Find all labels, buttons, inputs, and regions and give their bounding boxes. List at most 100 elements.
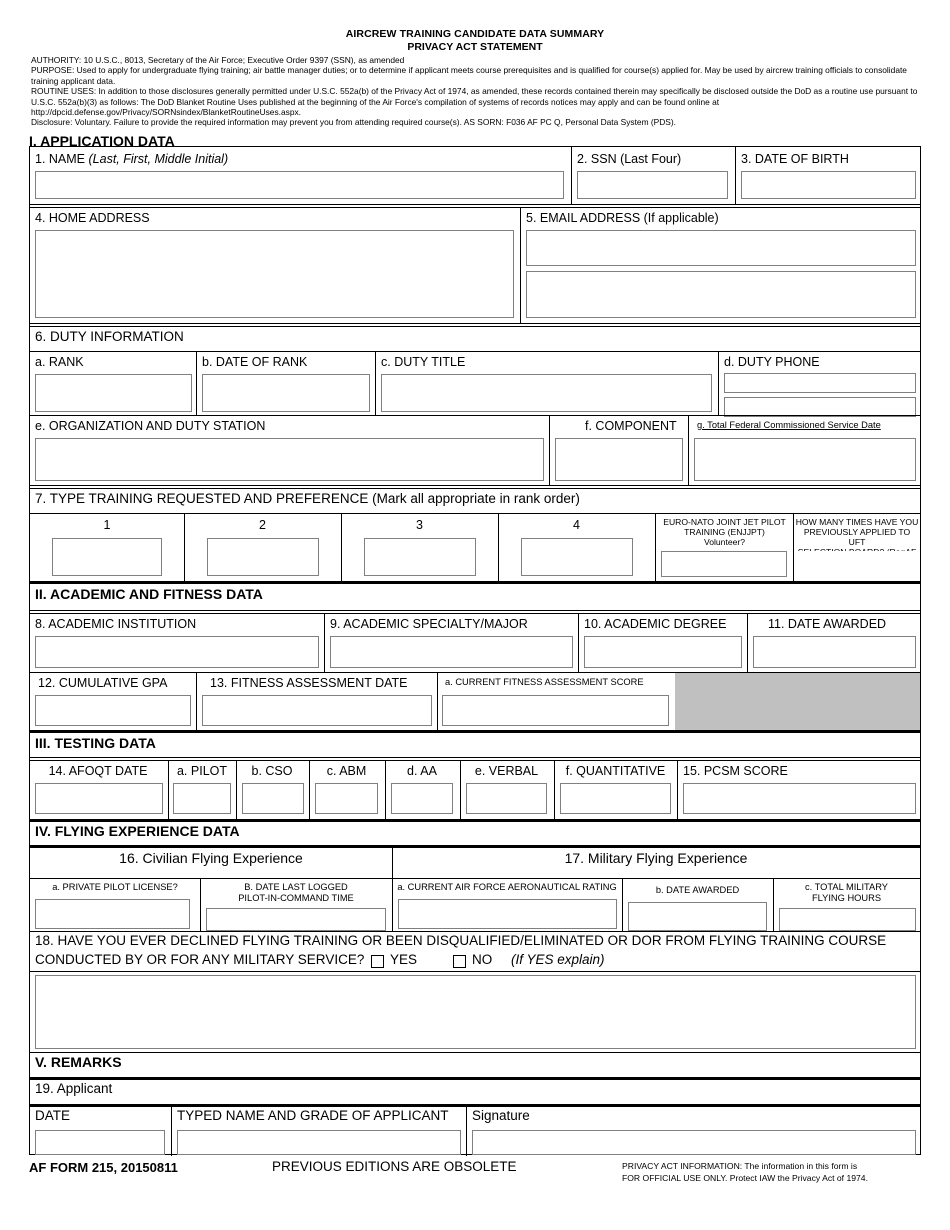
divider bbox=[171, 1107, 172, 1156]
divider bbox=[718, 352, 719, 415]
divider bbox=[196, 673, 197, 730]
divider bbox=[30, 760, 920, 761]
military-date-awarded-input[interactable] bbox=[628, 902, 767, 931]
uft-board-label-line1: HOW MANY TIMES HAVE YOU bbox=[795, 517, 919, 527]
quantitative-score-input[interactable] bbox=[560, 783, 671, 814]
organization-label: e. ORGANIZATION AND DUTY STATION bbox=[35, 419, 266, 433]
academic-specialty-input[interactable] bbox=[330, 636, 573, 668]
preference-4-header: 4 bbox=[573, 518, 580, 532]
cumulative-gpa-input[interactable] bbox=[35, 695, 191, 726]
divider bbox=[30, 1104, 920, 1107]
afoqt-date-label: 14. AFOQT DATE bbox=[48, 764, 148, 778]
af-form-215-page: AIRCREW TRAINING CANDIDATE DATA SUMMARY … bbox=[0, 0, 950, 1230]
preference-3-input[interactable] bbox=[364, 538, 476, 576]
total-military-flying-hours-label-line2: FLYING HOURS bbox=[811, 893, 882, 903]
aa-score-input[interactable] bbox=[391, 783, 453, 814]
section-heading-remarks: V. REMARKS bbox=[35, 1054, 122, 1070]
name-input[interactable] bbox=[35, 171, 564, 199]
duty-title-input[interactable] bbox=[381, 374, 712, 412]
divider bbox=[30, 485, 920, 486]
question-18-no-checkbox[interactable] bbox=[453, 955, 466, 968]
ssn-input[interactable] bbox=[577, 171, 728, 199]
preference-4-input[interactable] bbox=[521, 538, 633, 576]
pilot-score-label: a. PILOT bbox=[176, 764, 228, 778]
organization-input[interactable] bbox=[35, 438, 544, 481]
section-heading-testing-data: III. TESTING DATA bbox=[35, 735, 156, 751]
email-address-input-2[interactable] bbox=[526, 271, 916, 318]
academic-degree-label: 10. ACADEMIC DEGREE bbox=[584, 617, 727, 631]
pilot-score-input[interactable] bbox=[173, 783, 231, 814]
date-last-logged-pic-label-line2: PILOT-IN-COMMAND TIME bbox=[238, 893, 354, 903]
date-last-logged-pic-input[interactable] bbox=[206, 908, 386, 931]
cso-score-input[interactable] bbox=[242, 783, 304, 814]
enjjpt-label: EURO-NATO JOINT JET PILOT TRAINING (ENJJ… bbox=[658, 517, 791, 547]
duty-information-heading: 6. DUTY INFORMATION bbox=[35, 329, 184, 344]
divider bbox=[30, 326, 920, 327]
abm-score-input[interactable] bbox=[315, 783, 378, 814]
date-of-rank-input[interactable] bbox=[202, 374, 370, 412]
date-awarded-input[interactable] bbox=[753, 636, 916, 668]
typed-name-input[interactable] bbox=[177, 1130, 461, 1155]
preference-1-input[interactable] bbox=[52, 538, 162, 576]
divider bbox=[30, 351, 920, 352]
divider bbox=[30, 613, 920, 614]
name-label: 1. NAME (Last, First, Middle Initial) bbox=[35, 152, 229, 166]
divider bbox=[30, 730, 920, 733]
divider bbox=[549, 416, 550, 485]
total-federal-service-date-input[interactable] bbox=[694, 438, 916, 481]
privacy-act-footer: PRIVACY ACT INFORMATION: The information… bbox=[622, 1161, 868, 1184]
duty-phone-input-1[interactable] bbox=[724, 373, 916, 393]
pcsm-score-label: 15. PCSM SCORE bbox=[683, 764, 788, 778]
aeronautical-rating-input[interactable] bbox=[398, 899, 617, 929]
cso-score-label: b. CSO bbox=[251, 764, 293, 778]
academic-specialty-label: 9. ACADEMIC SPECIALTY/MAJOR bbox=[330, 617, 528, 631]
verbal-score-input[interactable] bbox=[466, 783, 547, 814]
divider bbox=[30, 757, 920, 758]
private-pilot-license-input[interactable] bbox=[35, 899, 190, 929]
total-military-flying-hours-label-line1: c. TOTAL MILITARY bbox=[804, 882, 888, 892]
afoqt-date-input[interactable] bbox=[35, 783, 163, 814]
divider bbox=[30, 204, 920, 205]
question-18-yes-checkbox[interactable] bbox=[371, 955, 384, 968]
fitness-assessment-date-input[interactable] bbox=[202, 695, 432, 726]
civilian-flying-experience-header: 16. Civilian Flying Experience bbox=[119, 850, 303, 866]
cumulative-gpa-label: 12. CUMULATIVE GPA bbox=[38, 676, 168, 690]
question-18-explanation-input[interactable] bbox=[35, 975, 916, 1049]
preference-1-header: 1 bbox=[103, 518, 111, 532]
enjjpt-label-line1: EURO-NATO JOINT JET PILOT bbox=[663, 517, 786, 527]
date-of-birth-input[interactable] bbox=[741, 171, 916, 199]
divider bbox=[375, 352, 376, 415]
uft-board-label-line2: PREVIOUSLY APPLIED TO UFT bbox=[803, 527, 911, 547]
section-heading-academic-fitness: II. ACADEMIC AND FITNESS DATA bbox=[35, 586, 263, 602]
preference-2-input[interactable] bbox=[207, 538, 319, 576]
fitness-assessment-score-label: a. CURRENT FITNESS ASSESSMENT SCORE bbox=[445, 677, 644, 687]
form-title: AIRCREW TRAINING CANDIDATE DATA SUMMARY bbox=[345, 28, 605, 40]
divider bbox=[30, 415, 920, 416]
divider bbox=[30, 207, 920, 208]
rank-input[interactable] bbox=[35, 374, 192, 412]
total-military-flying-hours-input[interactable] bbox=[779, 908, 916, 931]
uft-board-input[interactable] bbox=[796, 551, 916, 577]
applicant-label: 19. Applicant bbox=[35, 1081, 113, 1096]
divider bbox=[30, 878, 920, 879]
component-input[interactable] bbox=[555, 438, 683, 481]
name-label-hint: (Last, First, Middle Initial) bbox=[88, 152, 229, 166]
question-18-hint: (If YES explain) bbox=[511, 952, 605, 967]
enjjpt-input[interactable] bbox=[661, 551, 787, 577]
home-address-input[interactable] bbox=[35, 230, 514, 318]
date-of-rank-label: b. DATE OF RANK bbox=[202, 355, 308, 369]
academic-institution-input[interactable] bbox=[35, 636, 319, 668]
fitness-assessment-score-input[interactable] bbox=[442, 695, 669, 726]
fitness-assessment-date-label: 13. FITNESS ASSESSMENT DATE bbox=[210, 676, 408, 690]
pcsm-score-input[interactable] bbox=[683, 783, 916, 814]
academic-degree-input[interactable] bbox=[584, 636, 742, 668]
signature-date-input[interactable] bbox=[35, 1130, 165, 1155]
previous-editions-notice: PREVIOUS EDITIONS ARE OBSOLETE bbox=[272, 1159, 517, 1174]
email-address-input-1[interactable] bbox=[526, 230, 916, 266]
ssn-label: 2. SSN (Last Four) bbox=[577, 152, 682, 166]
privacy-act-body: AUTHORITY: 10 U.S.C., 8013, Secretary of… bbox=[31, 55, 919, 128]
duty-phone-input-2[interactable] bbox=[724, 397, 916, 417]
signature-input[interactable] bbox=[472, 1130, 916, 1155]
shaded-unused-area bbox=[675, 673, 920, 730]
divider bbox=[30, 971, 920, 972]
